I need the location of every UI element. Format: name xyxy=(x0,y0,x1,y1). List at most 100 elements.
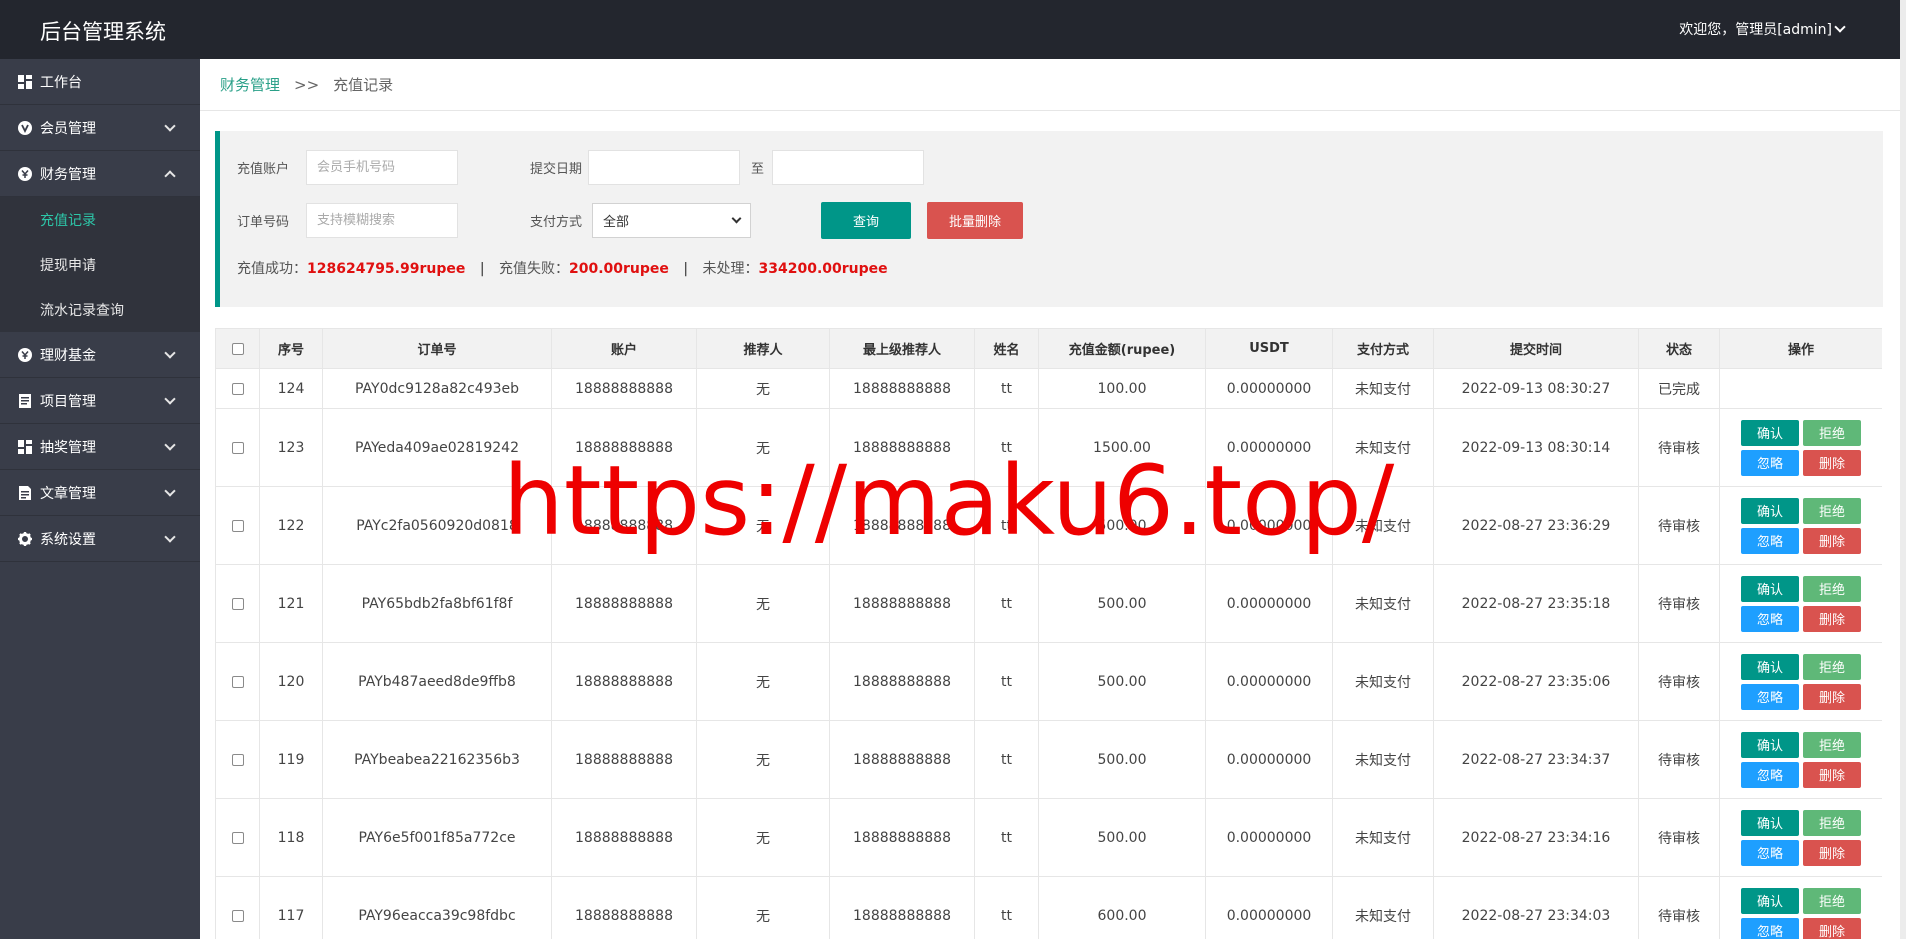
reject-button[interactable]: 拒绝 xyxy=(1803,809,1861,836)
column-header: 最上级推荐人 xyxy=(829,328,975,369)
settings-icon xyxy=(18,531,32,546)
cell-status: 待审核 xyxy=(1638,642,1720,721)
ignore-button[interactable]: 忽略 xyxy=(1741,761,1799,788)
delete-button[interactable]: 删除 xyxy=(1803,761,1861,788)
ignore-button[interactable]: 忽略 xyxy=(1741,605,1799,632)
sidebar-subitem-flow-records[interactable]: 流水记录查询 xyxy=(0,287,200,332)
ignore-button[interactable]: 忽略 xyxy=(1741,839,1799,866)
row-checkbox[interactable] xyxy=(231,441,244,454)
cell-id: 120 xyxy=(259,642,323,721)
confirm-button[interactable]: 确认 xyxy=(1741,653,1799,680)
row-checkbox[interactable] xyxy=(231,382,244,395)
sidebar-item-fund[interactable]: 理财基金 xyxy=(0,332,200,378)
query-button[interactable]: 查询 xyxy=(821,202,911,239)
cell-id: 123 xyxy=(259,408,323,487)
chevron-down-icon xyxy=(164,485,176,497)
reject-button[interactable]: 拒绝 xyxy=(1803,731,1861,758)
submit-date-label: 提交日期 xyxy=(530,162,583,177)
cell-actions: 确认 拒绝 忽略 删除 xyxy=(1719,798,1882,877)
sidebar-item-articles[interactable]: 文章管理 xyxy=(0,470,200,516)
sidebar-item-dashboard[interactable]: 工作台 xyxy=(0,59,200,105)
cell-amount: 100.00 xyxy=(1038,368,1206,409)
reject-button[interactable]: 拒绝 xyxy=(1803,419,1861,446)
confirm-button[interactable]: 确认 xyxy=(1741,575,1799,602)
select-all-checkbox[interactable] xyxy=(231,342,244,355)
fund-icon xyxy=(18,347,32,362)
confirm-button[interactable]: 确认 xyxy=(1741,419,1799,446)
sidebar-subitem-recharge-records[interactable]: 充值记录 xyxy=(0,197,200,242)
sidebar-item-settings[interactable]: 系统设置 xyxy=(0,516,200,562)
sidebar-subitem-withdraw-requests[interactable]: 提现申请 xyxy=(0,242,200,287)
chevron-down-icon xyxy=(164,393,176,405)
ignore-button[interactable]: 忽略 xyxy=(1741,683,1799,710)
pending-amount: 334200.00rupee xyxy=(758,261,888,277)
date-end-input[interactable] xyxy=(772,150,924,185)
table-body: 124 PAY0dc9128a82c493eb 18888888888 无 188888… xyxy=(215,368,1882,939)
confirm-button[interactable]: 确认 xyxy=(1741,887,1799,914)
cell-referrer: 无 xyxy=(696,876,830,939)
pay-method-select[interactable]: 全部 xyxy=(592,203,751,238)
row-select-cell xyxy=(215,876,260,939)
sidebar-item-label: 会员管理 xyxy=(40,120,96,137)
cell-usdt: 0.00000000 xyxy=(1205,564,1333,643)
delete-button[interactable]: 删除 xyxy=(1803,683,1861,710)
date-start-input[interactable] xyxy=(588,150,740,185)
cell-account: 18888888888 xyxy=(551,564,697,643)
sidebar-item-members[interactable]: 会员管理 xyxy=(0,105,200,151)
confirm-button[interactable]: 确认 xyxy=(1741,809,1799,836)
cell-usdt: 0.00000000 xyxy=(1205,368,1333,409)
user-menu[interactable]: 欢迎您，管理员[admin] xyxy=(1679,19,1846,39)
row-checkbox[interactable] xyxy=(231,753,244,766)
ignore-button[interactable]: 忽略 xyxy=(1741,527,1799,554)
sidebar-item-projects[interactable]: 项目管理 xyxy=(0,378,200,424)
cell-id: 119 xyxy=(259,720,323,799)
recharge-stats: 充值成功：128624795.99rupee | 充值失败：200.00rupe… xyxy=(237,258,888,278)
table-row: 120 PAYb487aeed8de9ffb8 18888888888 无 188888… xyxy=(215,642,1882,721)
recharge-table: 序号 订单号 账户 推荐人 最上级推荐人 姓名 充值金额(rupee) USDT… xyxy=(215,328,1882,939)
sidebar-item-label: 财务管理 xyxy=(40,166,96,183)
row-checkbox[interactable] xyxy=(231,519,244,532)
confirm-button[interactable]: 确认 xyxy=(1741,497,1799,524)
sidebar-item-label: 抽奖管理 xyxy=(40,439,96,456)
ignore-button[interactable]: 忽略 xyxy=(1741,917,1799,939)
account-input[interactable] xyxy=(306,150,458,185)
main-content: 财务管理 >> 充值记录 充值账户 提交日期 至 订单号码 支付方式 全部 查询… xyxy=(200,59,1900,939)
cell-amount: 600.00 xyxy=(1038,876,1206,939)
column-header: 操作 xyxy=(1719,328,1882,369)
cell-actions: 确认 拒绝 忽略 删除 xyxy=(1719,876,1882,939)
delete-button[interactable]: 删除 xyxy=(1803,449,1861,476)
cell-account: 18888888888 xyxy=(551,486,697,565)
delete-button[interactable]: 删除 xyxy=(1803,917,1861,939)
sidebar-item-finance[interactable]: 财务管理 xyxy=(0,151,200,197)
row-checkbox[interactable] xyxy=(231,675,244,688)
ignore-button[interactable]: 忽略 xyxy=(1741,449,1799,476)
delete-button[interactable]: 删除 xyxy=(1803,527,1861,554)
delete-button[interactable]: 删除 xyxy=(1803,839,1861,866)
row-actions: 确认 拒绝 忽略 删除 xyxy=(1720,419,1882,476)
cell-name: tt xyxy=(974,564,1039,643)
order-input[interactable] xyxy=(306,203,458,238)
row-checkbox[interactable] xyxy=(231,909,244,922)
reject-button[interactable]: 拒绝 xyxy=(1803,497,1861,524)
reject-button[interactable]: 拒绝 xyxy=(1803,575,1861,602)
project-icon xyxy=(18,393,32,408)
cell-pay: 未知支付 xyxy=(1332,798,1434,877)
page-scrollbar[interactable] xyxy=(1900,0,1906,939)
cell-amount: 500.00 xyxy=(1038,798,1206,877)
finance-submenu: 充值记录 提现申请 流水记录查询 xyxy=(0,197,200,332)
reject-button[interactable]: 拒绝 xyxy=(1803,653,1861,680)
delete-button[interactable]: 删除 xyxy=(1803,605,1861,632)
row-checkbox[interactable] xyxy=(231,597,244,610)
cell-time: 2022-08-27 23:36:29 xyxy=(1433,486,1639,565)
reject-button[interactable]: 拒绝 xyxy=(1803,887,1861,914)
cell-usdt: 0.00000000 xyxy=(1205,408,1333,487)
row-checkbox[interactable] xyxy=(231,831,244,844)
batch-delete-button[interactable]: 批量删除 xyxy=(927,202,1023,239)
cell-order: PAY96eacca39c98fdbc xyxy=(322,876,552,939)
sidebar-item-lottery[interactable]: 抽奖管理 xyxy=(0,424,200,470)
breadcrumb-parent-link[interactable]: 财务管理 xyxy=(220,74,280,95)
cell-pay: 未知支付 xyxy=(1332,876,1434,939)
fail-amount: 200.00rupee xyxy=(568,261,669,277)
confirm-button[interactable]: 确认 xyxy=(1741,731,1799,758)
cell-usdt: 0.00000000 xyxy=(1205,486,1333,565)
